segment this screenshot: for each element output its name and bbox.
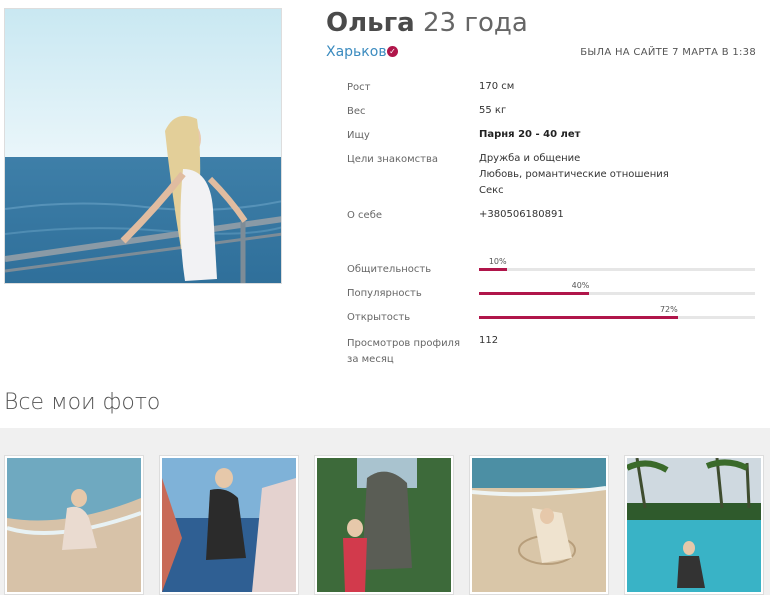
stat-bar-sociability: 10%	[479, 257, 755, 271]
stat-label-sociability: Общительность	[347, 264, 432, 275]
gallery-photo-3[interactable]	[314, 455, 454, 595]
gallery-title: Все мои фото	[4, 390, 161, 415]
info-label-weight: Вес	[347, 106, 366, 117]
info-value-goal-1: Дружба и общение	[479, 153, 581, 164]
info-value-about: +380506180891	[479, 209, 564, 220]
views-value: 112	[479, 335, 499, 346]
info-label-height: Рост	[347, 82, 371, 93]
stat-fill-popularity	[479, 292, 590, 295]
views-label-line1: Просмотров профиля	[347, 338, 460, 349]
photo-gallery	[0, 428, 770, 595]
views-label-line2: за месяц	[347, 354, 394, 365]
stat-percent-sociability: 10%	[488, 257, 507, 266]
gallery-photo-2[interactable]	[159, 455, 299, 595]
profile-city-link[interactable]: Харьков	[326, 44, 387, 60]
info-value-goal-3: Секс	[479, 185, 504, 196]
info-value-height: 170 см	[479, 81, 515, 92]
stat-fill-sociability	[479, 268, 507, 271]
stat-label-openness: Открытость	[347, 312, 411, 323]
check-badge-icon: ✓	[387, 46, 398, 57]
stat-percent-popularity: 40%	[571, 281, 590, 290]
info-label-about: О себе	[347, 210, 383, 221]
profile-photo[interactable]	[4, 8, 282, 284]
gallery-photo-1[interactable]	[4, 455, 144, 595]
info-value-seeking: Парня 20 - 40 лет	[479, 129, 581, 140]
gallery-photo-5[interactable]	[624, 455, 764, 595]
profile-name-age: Ольга 23 года	[326, 8, 528, 38]
stat-fill-openness	[479, 316, 678, 319]
stat-bar-popularity: 40%	[479, 281, 755, 295]
views-label: Просмотров профиля за месяц	[347, 336, 460, 368]
last-seen-status: БЫЛА НА САЙТЕ 7 МАРТА В 1:38	[580, 47, 756, 58]
profile-age: 23 года	[422, 8, 528, 38]
stat-bar-openness: 72%	[479, 305, 755, 319]
gallery-photo-4[interactable]	[469, 455, 609, 595]
stat-label-popularity: Популярность	[347, 288, 422, 299]
info-value-weight: 55 кг	[479, 105, 507, 116]
info-label-seeking: Ищу	[347, 130, 370, 141]
info-label-goals: Цели знакомства	[347, 154, 439, 165]
profile-name: Ольга	[326, 8, 415, 38]
info-value-goal-2: Любовь, романтические отношения	[479, 169, 669, 180]
stat-percent-openness: 72%	[659, 305, 678, 314]
